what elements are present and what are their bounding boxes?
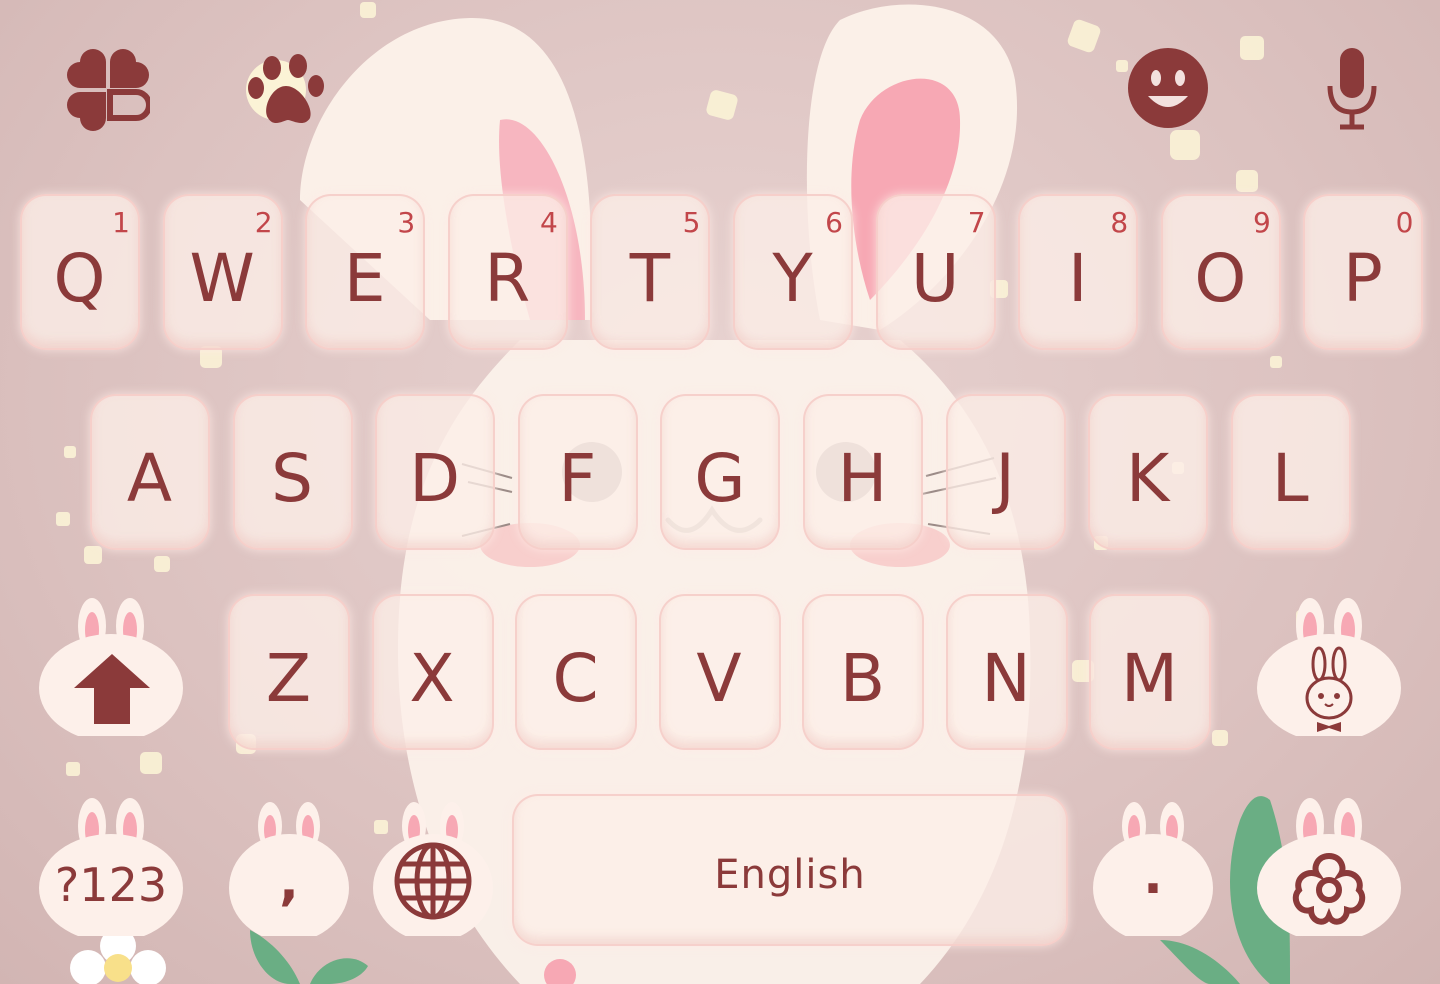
key-label: W bbox=[189, 240, 256, 317]
key-label: B bbox=[839, 640, 887, 717]
period-key[interactable]: . bbox=[1078, 796, 1228, 936]
key-w[interactable]: W2 bbox=[162, 194, 283, 350]
key-label: M bbox=[1121, 640, 1179, 717]
key-e[interactable]: E3 bbox=[305, 194, 426, 350]
key-d[interactable]: D bbox=[375, 394, 496, 550]
key-number-hint: 8 bbox=[1110, 206, 1129, 239]
language-key[interactable] bbox=[358, 796, 508, 936]
key-label: Y bbox=[772, 240, 814, 317]
key-label: J bbox=[995, 440, 1016, 517]
key-label: O bbox=[1194, 240, 1248, 317]
key-label: U bbox=[910, 240, 961, 317]
key-number-hint: 3 bbox=[397, 206, 416, 239]
key-label: F bbox=[558, 440, 598, 517]
symbols-label: ?123 bbox=[54, 858, 168, 912]
key-label: V bbox=[696, 640, 743, 717]
comma-key[interactable]: , bbox=[214, 796, 364, 936]
key-label: X bbox=[409, 640, 456, 717]
key-number-hint: 6 bbox=[825, 206, 843, 239]
comma-label: , bbox=[279, 852, 299, 912]
bunny-icon bbox=[1305, 646, 1353, 732]
key-label: E bbox=[343, 240, 387, 317]
microphone-icon[interactable] bbox=[1318, 44, 1386, 132]
key-a[interactable]: A bbox=[90, 394, 210, 550]
key-p[interactable]: P0 bbox=[1303, 194, 1424, 350]
key-v[interactable]: V bbox=[658, 594, 781, 750]
key-label: P bbox=[1342, 240, 1384, 317]
space-label: English bbox=[714, 852, 866, 898]
key-b[interactable]: B bbox=[802, 594, 924, 750]
key-h[interactable]: H bbox=[803, 394, 923, 550]
key-label: T bbox=[629, 240, 672, 317]
key-label: H bbox=[837, 440, 889, 517]
key-x[interactable]: X bbox=[371, 594, 494, 750]
key-z[interactable]: Z bbox=[228, 594, 350, 750]
key-number-hint: 0 bbox=[1395, 206, 1414, 239]
key-r[interactable]: R4 bbox=[447, 194, 568, 350]
key-c[interactable]: C bbox=[515, 594, 637, 750]
key-label: G bbox=[694, 440, 747, 517]
flower-settings-icon bbox=[1292, 852, 1366, 925]
key-u[interactable]: U7 bbox=[875, 194, 996, 350]
key-number-hint: 7 bbox=[967, 206, 986, 239]
key-t[interactable]: T5 bbox=[590, 194, 711, 350]
clover-icon[interactable] bbox=[64, 46, 152, 134]
key-label: C bbox=[552, 640, 600, 717]
key-n[interactable]: N bbox=[945, 594, 1068, 750]
key-label: Q bbox=[53, 240, 107, 317]
key-number-hint: 2 bbox=[254, 206, 273, 239]
key-o[interactable]: O9 bbox=[1160, 194, 1281, 350]
space-key[interactable]: English bbox=[512, 794, 1068, 946]
key-label: Z bbox=[265, 640, 313, 717]
key-label: N bbox=[981, 640, 1032, 717]
key-i[interactable]: I8 bbox=[1018, 194, 1139, 350]
key-number-hint: 4 bbox=[539, 206, 558, 239]
key-label: D bbox=[409, 440, 462, 517]
key-number-hint: 9 bbox=[1252, 206, 1271, 239]
key-g[interactable]: G bbox=[660, 394, 781, 550]
symbols-key[interactable]: ?123 bbox=[36, 796, 186, 936]
settings-key[interactable] bbox=[1254, 796, 1404, 936]
key-label: L bbox=[1271, 440, 1310, 517]
shift-arrow-icon bbox=[74, 654, 150, 724]
key-k[interactable]: K bbox=[1088, 394, 1209, 550]
key-number-hint: 5 bbox=[682, 206, 701, 239]
key-label: A bbox=[126, 440, 174, 517]
key-label: R bbox=[484, 240, 532, 317]
key-label: I bbox=[1067, 240, 1089, 317]
paw-icon[interactable] bbox=[242, 46, 334, 134]
key-number-hint: 1 bbox=[112, 206, 130, 239]
bunny-emoji-key[interactable] bbox=[1254, 596, 1404, 736]
shift-key[interactable] bbox=[36, 596, 186, 736]
key-q[interactable]: Q1 bbox=[20, 194, 140, 350]
key-m[interactable]: M bbox=[1089, 594, 1211, 750]
key-y[interactable]: Y6 bbox=[733, 194, 853, 350]
key-label: S bbox=[271, 440, 315, 517]
period-label: . bbox=[1143, 846, 1163, 906]
emoji-icon[interactable] bbox=[1126, 46, 1210, 130]
key-label: K bbox=[1126, 440, 1171, 517]
key-l[interactable]: L bbox=[1230, 394, 1351, 550]
key-f[interactable]: F bbox=[517, 394, 638, 550]
key-j[interactable]: J bbox=[945, 394, 1066, 550]
key-s[interactable]: S bbox=[232, 394, 353, 550]
globe-icon bbox=[394, 842, 472, 920]
